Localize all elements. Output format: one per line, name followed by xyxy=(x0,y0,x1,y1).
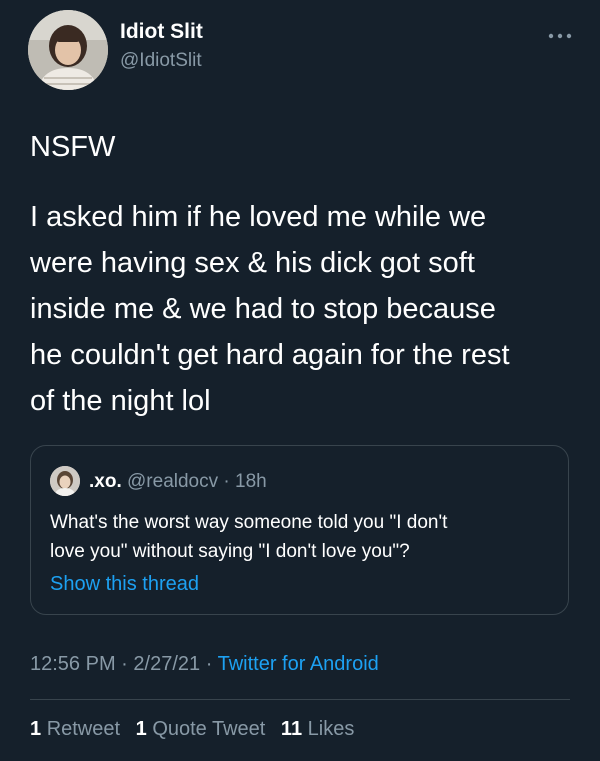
quoted-tweet-text: What's the worst way someone told you "I… xyxy=(50,508,560,566)
meta-separator: · xyxy=(205,653,213,675)
author-display-name[interactable]: Idiot Slit xyxy=(120,20,203,44)
author-handle[interactable]: @IdiotSlit xyxy=(120,50,202,72)
author-avatar[interactable] xyxy=(28,10,108,90)
quoted-header: .xo. @realdocv · 18h xyxy=(89,471,267,493)
tweet-meta: 12:56 PM · 2/27/21 · Twitter for Android xyxy=(30,653,379,676)
more-horizontal-icon xyxy=(548,33,572,39)
avatar-image xyxy=(28,10,108,90)
show-thread-link[interactable]: Show this thread xyxy=(50,573,199,596)
quoted-tweet-card[interactable]: .xo. @realdocv · 18h What's the worst wa… xyxy=(30,445,569,615)
quoted-author-handle[interactable]: @realdocv xyxy=(127,471,218,492)
tweet-text-line: were having sex & his dick got soft xyxy=(30,247,475,279)
more-options-button[interactable] xyxy=(542,24,578,48)
quoted-time[interactable]: 18h xyxy=(235,471,267,492)
tweet-date[interactable]: 2/27/21 xyxy=(133,653,200,675)
quoted-text-line: What's the worst way someone told you "I… xyxy=(50,512,448,533)
tweet-text-line: of the night lol xyxy=(30,385,211,417)
tweet-text-line: he couldn't get hard again for the rest xyxy=(30,339,510,371)
tweet-text-line: I asked him if he loved me while we xyxy=(30,201,487,233)
quote-tweets-label: Quote Tweet xyxy=(152,718,266,740)
tweet-stats: 1 Retweet 1 Quote Tweet 11 Likes xyxy=(30,718,364,741)
quoted-separator: · xyxy=(223,471,230,492)
retweets-count: 1 xyxy=(30,718,42,740)
tweet-detail: Idiot Slit @IdiotSlit NSFW I asked him i… xyxy=(0,0,600,761)
quoted-author-avatar[interactable] xyxy=(50,466,80,496)
tweet-source-link[interactable]: Twitter for Android xyxy=(218,653,379,675)
retweets-label: Retweet xyxy=(46,718,121,740)
tweet-text-line: inside me & we had to stop because xyxy=(30,293,496,325)
divider xyxy=(30,699,570,700)
tweet-text-line: NSFW xyxy=(30,131,116,163)
likes-label: Likes xyxy=(307,718,355,740)
likes-stat[interactable]: 11 Likes xyxy=(281,718,354,740)
tweet-text: NSFW I asked him if he loved me while we… xyxy=(30,124,590,424)
retweets-stat[interactable]: 1 Retweet xyxy=(30,718,126,740)
tweet-time[interactable]: 12:56 PM xyxy=(30,653,116,675)
quoted-author-name[interactable]: .xo. xyxy=(89,471,122,492)
quote-tweets-stat[interactable]: 1 Quote Tweet xyxy=(136,718,271,740)
quoted-avatar-image xyxy=(50,466,80,496)
quoted-text-line: love you" without saying "I don't love y… xyxy=(50,541,410,562)
quote-tweets-count: 1 xyxy=(135,718,147,740)
likes-count: 11 xyxy=(280,718,303,740)
meta-separator: · xyxy=(121,653,128,675)
